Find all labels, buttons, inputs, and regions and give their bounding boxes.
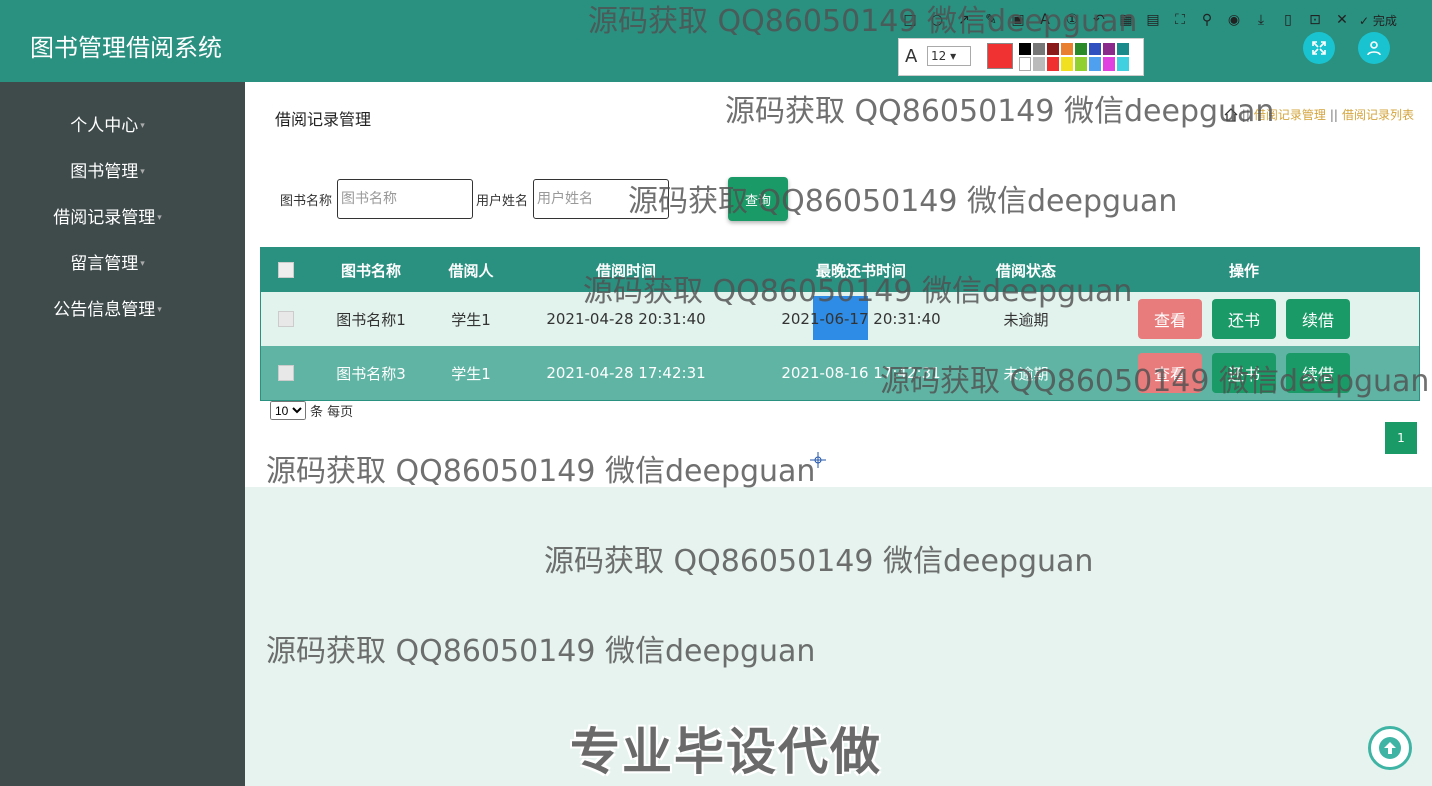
column-header: 借阅人 <box>448 261 494 280</box>
cell-due-time: 2021-06-17 20:31:40 <box>781 310 941 328</box>
done-label: 完成 <box>1372 13 1397 28</box>
sidebar-item-personal-center[interactable]: 个人中心 ▾ <box>0 114 215 138</box>
page-number-button[interactable]: 1 <box>1385 422 1417 454</box>
cell-book: 图书名称1 <box>336 310 406 329</box>
cell-borrower: 学生1 <box>451 310 491 329</box>
scan-tool-icon[interactable]: ⛶ <box>1170 10 1190 30</box>
color-palette: A 12 ▾ <box>898 38 1144 76</box>
cell-actions: 查看 还书 续借 <box>1131 292 1357 346</box>
watermark: 源码获取 QQ86050149 微信deepguan <box>266 634 816 669</box>
column-header: 操作 <box>1228 261 1259 280</box>
book-name-input[interactable] <box>337 179 474 219</box>
fullscreen-icon <box>1312 41 1326 55</box>
page-title: 借阅记录管理 <box>275 110 372 129</box>
back-to-top-button[interactable] <box>1368 726 1412 770</box>
caret-down-icon: ▾ <box>140 121 145 131</box>
row-checkbox-cell <box>271 292 301 346</box>
sidebar-item-label: 个人中心 <box>70 116 139 136</box>
check-icon: ✓ <box>1359 13 1370 28</box>
view-button[interactable]: 查看 <box>1138 299 1202 339</box>
caret-down-icon: ▾ <box>157 213 162 223</box>
sidebar-item-label: 借阅记录管理 <box>53 208 156 228</box>
font-size-select[interactable]: 12 ▾ <box>927 46 971 66</box>
ocr-tool-icon[interactable]: ▤ <box>1143 10 1163 30</box>
return-button[interactable]: 还书 <box>1212 299 1276 339</box>
user-icon <box>1367 41 1381 56</box>
cell-borrower: 学生1 <box>451 364 491 383</box>
cell-borrow-time: 2021-04-28 17:42:31 <box>546 364 706 382</box>
cell-book: 图书名称3 <box>336 364 406 383</box>
select-all-checkbox-cell <box>271 248 301 292</box>
search-form: 图书名称 用户姓名 <box>280 177 670 221</box>
caret-down-icon: ▾ <box>157 305 162 315</box>
watermark: 源码获取 QQ86050149 微信deepguan <box>588 4 1138 39</box>
caret-down-icon: ▾ <box>140 167 145 177</box>
watermark: 源码获取 QQ86050149 微信deepguan <box>628 184 1178 219</box>
sidebar-item-label: 留言管理 <box>70 254 139 274</box>
row-checkbox-cell <box>271 346 301 400</box>
fullscreen-button[interactable] <box>1303 32 1335 64</box>
per-page-label: 条 每页 <box>310 405 354 420</box>
sidebar-item-book-management[interactable]: 图书管理 ▾ <box>0 160 215 184</box>
watermark: 源码获取 QQ86050149 微信deepguan <box>266 454 816 489</box>
row-checkbox[interactable] <box>278 365 294 381</box>
column-header: 图书名称 <box>340 261 401 280</box>
app-title: 图书管理借阅系统 <box>30 34 222 62</box>
page-size-control: 10 条 每页 <box>270 401 353 420</box>
arrow-up-icon <box>1379 737 1401 759</box>
pin-icon[interactable]: ⚲ <box>1197 10 1217 30</box>
sidebar-item-message-management[interactable]: 留言管理 ▾ <box>0 252 215 276</box>
sidebar-item-borrow-records[interactable]: 借阅记录管理 ▾ <box>0 206 215 230</box>
font-size-value: 12 <box>931 49 947 63</box>
record-icon[interactable]: ◉ <box>1224 10 1244 30</box>
user-profile-button[interactable] <box>1358 32 1390 64</box>
user-name-label: 用户姓名 <box>476 193 529 209</box>
watermark-banner: 专业毕设代做 <box>570 723 882 781</box>
renew-button[interactable]: 续借 <box>1286 299 1350 339</box>
book-name-label: 图书名称 <box>280 193 333 209</box>
sidebar-item-label: 公告信息管理 <box>53 300 156 320</box>
breadcrumb-item[interactable]: 借阅记录列表 <box>1342 106 1414 123</box>
watermark: 源码获取 QQ86050149 微信deepguan <box>725 94 1275 129</box>
watermark: 源码获取 QQ86050149 微信deepguan <box>544 544 1094 579</box>
close-icon[interactable]: ✕ <box>1332 10 1352 30</box>
done-button[interactable]: ✓ 完成 <box>1359 12 1397 29</box>
sidebar-item-announcement-management[interactable]: 公告信息管理 ▾ <box>0 298 215 322</box>
current-color-swatch[interactable] <box>987 43 1013 69</box>
table-row: 图书名称1 学生1 2021-04-28 20:31:40 2021-06-17… <box>261 292 1419 346</box>
sidebar: 个人中心 ▾ 图书管理 ▾ 借阅记录管理 ▾ 留言管理 ▾ 公告信息管理 ▾ <box>0 82 245 786</box>
select-all-checkbox[interactable] <box>278 262 294 278</box>
row-checkbox[interactable] <box>278 311 294 327</box>
color-swatch-grid[interactable] <box>1019 43 1137 71</box>
font-size-icon: A <box>905 46 918 67</box>
bookmark-icon[interactable]: ⊡ <box>1305 10 1325 30</box>
watermark: 源码获取 QQ86050149 微信deepguan <box>880 364 1430 399</box>
page-size-select[interactable]: 10 <box>270 401 306 420</box>
download-icon[interactable]: ⤓ <box>1251 10 1271 30</box>
save-icon[interactable]: ▯ <box>1278 10 1298 30</box>
sidebar-item-label: 图书管理 <box>70 162 139 182</box>
caret-down-icon: ▾ <box>140 259 145 269</box>
breadcrumb-separator: || <box>1329 107 1338 122</box>
